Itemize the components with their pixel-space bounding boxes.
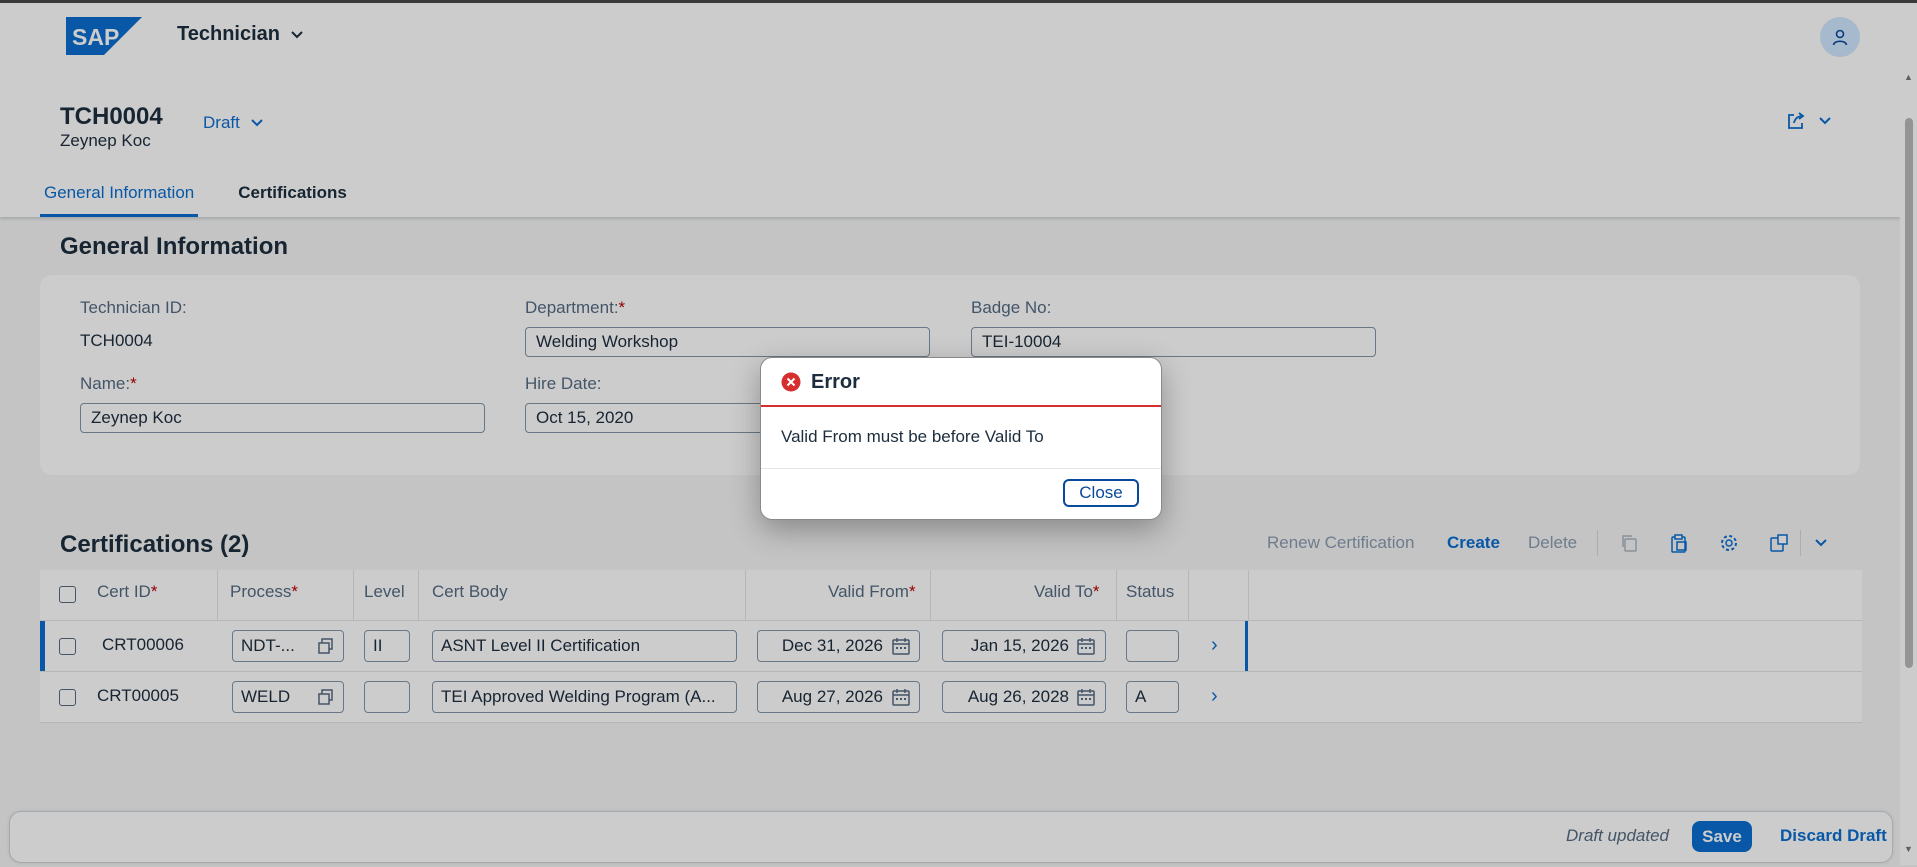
dialog-footer: Close <box>761 468 1161 519</box>
dialog-message: Valid From must be before Valid To <box>781 427 1044 446</box>
error-dialog: Error Valid From must be before Valid To… <box>760 357 1162 520</box>
close-button[interactable]: Close <box>1063 479 1139 507</box>
error-icon <box>781 372 801 392</box>
dialog-title: Error <box>811 371 860 393</box>
dialog-header: Error <box>761 358 1161 407</box>
